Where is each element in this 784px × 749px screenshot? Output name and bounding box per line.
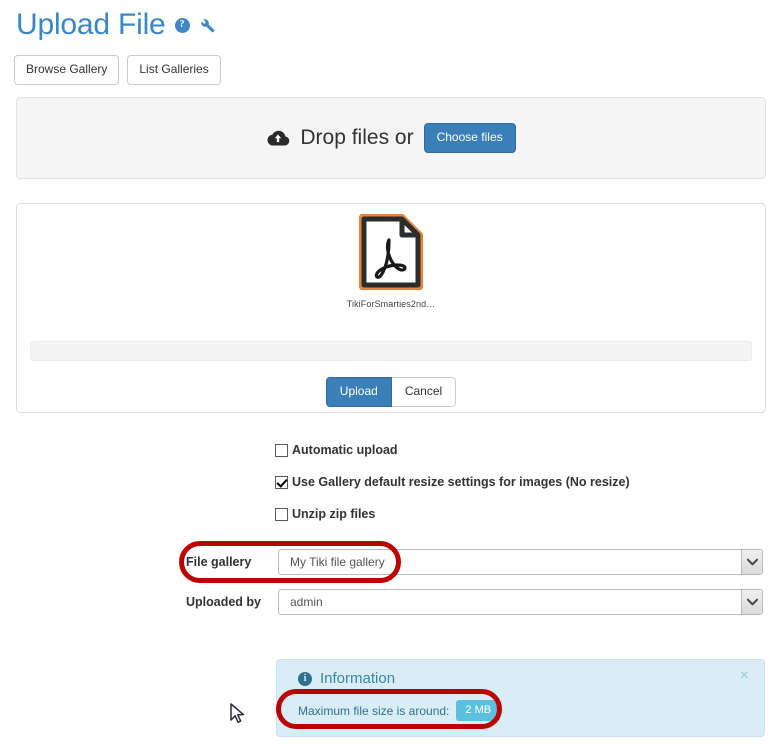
wrench-icon[interactable]: [199, 17, 216, 34]
uploaded-by-label: Uploaded by: [186, 595, 262, 609]
option-label: Automatic upload: [292, 443, 398, 457]
information-title-row: i Information: [298, 670, 395, 687]
information-alert: i Information × Maximum file size is aro…: [276, 659, 765, 737]
toolbar: Browse Gallery List Galleries: [14, 55, 221, 85]
automatic-upload-checkbox[interactable]: [275, 444, 288, 457]
file-dropzone[interactable]: Drop files or Choose files: [16, 97, 766, 179]
close-icon[interactable]: ×: [740, 668, 749, 684]
option-unzip-zip-files[interactable]: Unzip zip files: [275, 507, 630, 522]
upload-progress-bar: [30, 341, 752, 361]
info-circle-icon: i: [298, 671, 312, 686]
information-body: Maximum file size is around: 2 MB: [298, 700, 501, 722]
file-name-label: TikiForSmarties2nd…: [346, 299, 436, 309]
upload-options: Automatic upload Use Gallery default res…: [275, 443, 630, 539]
file-gallery-row: File gallery My Tiki file gallery: [186, 549, 763, 575]
file-gallery-label: File gallery: [186, 555, 252, 569]
information-title: Information: [320, 670, 396, 687]
upload-button[interactable]: Upload: [325, 377, 392, 407]
file-gallery-select[interactable]: My Tiki file gallery: [278, 549, 763, 575]
uploaded-by-value: admin: [290, 595, 323, 609]
mouse-cursor: [230, 703, 245, 728]
chevron-down-icon[interactable]: [741, 590, 762, 614]
uploaded-by-row: Uploaded by admin: [186, 589, 763, 615]
browse-gallery-button[interactable]: Browse Gallery: [14, 55, 120, 85]
upload-preview-panel: TikiForSmarties2nd… Upload Cancel: [16, 203, 766, 413]
page-title: Upload File: [16, 8, 166, 41]
dropzone-label: Drop files or: [300, 126, 414, 149]
preview-action-buttons: Upload Cancel: [17, 377, 765, 407]
option-label: Use Gallery default resize settings for …: [292, 475, 630, 489]
page-header: Upload File ?: [16, 10, 216, 40]
pdf-file-icon: [359, 214, 423, 293]
file-gallery-value: My Tiki file gallery: [290, 555, 385, 569]
cancel-button[interactable]: Cancel: [391, 377, 457, 407]
choose-files-button[interactable]: Choose files: [423, 123, 516, 153]
max-file-size-badge: 2 MB: [456, 700, 501, 722]
chevron-down-icon[interactable]: [741, 550, 762, 574]
help-circle-icon[interactable]: ?: [174, 17, 190, 33]
file-preview-item[interactable]: TikiForSmarties2nd…: [17, 214, 765, 309]
max-file-size-label: Maximum file size is around:: [298, 703, 450, 718]
uploaded-by-select[interactable]: admin: [278, 589, 763, 615]
option-gallery-default-resize[interactable]: Use Gallery default resize settings for …: [275, 475, 630, 490]
option-label: Unzip zip files: [292, 507, 376, 521]
unzip-zip-files-checkbox[interactable]: [275, 508, 288, 521]
list-galleries-button[interactable]: List Galleries: [127, 55, 221, 85]
option-automatic-upload[interactable]: Automatic upload: [275, 443, 630, 458]
gallery-default-resize-checkbox[interactable]: [275, 476, 288, 489]
cloud-upload-icon: [266, 129, 290, 148]
